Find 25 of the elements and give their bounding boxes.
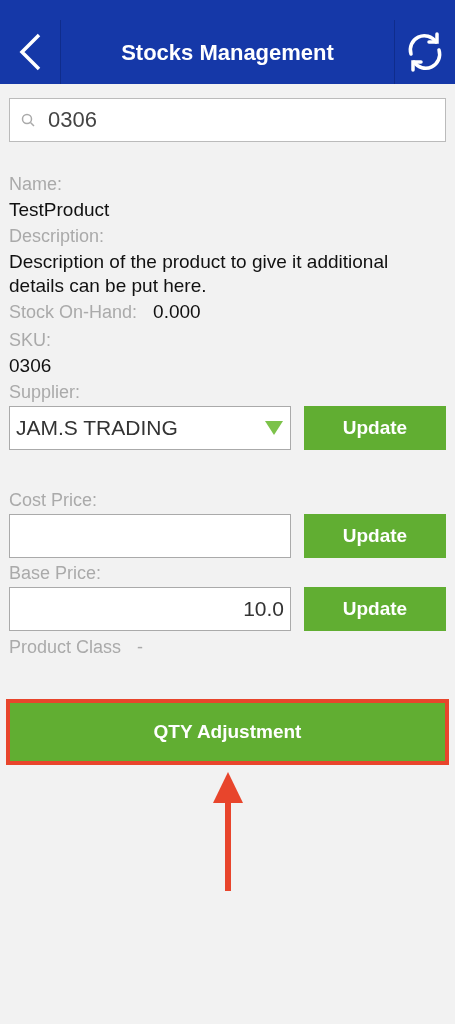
search-field[interactable]: 0306 [9, 98, 446, 142]
field-label: Cost Price: [9, 489, 99, 512]
screen-title: Stocks Management [120, 38, 335, 67]
update-button[interactable]: Update [304, 406, 446, 450]
supplier-dropdown[interactable]: JAM.S TRADING [9, 406, 291, 450]
qty-adjustment-button[interactable]: QTY Adjustment [10, 703, 445, 761]
field-label: Product Class [9, 636, 122, 659]
field-label: Name: [9, 173, 63, 196]
field-value: - [137, 636, 144, 659]
field-label: Stock On-Hand: [9, 301, 138, 324]
field-value: 0.000 [153, 300, 201, 324]
price-field[interactable]: 10.0 [9, 587, 291, 631]
field-value: TestProduct [9, 198, 111, 222]
update-button[interactable]: Update [304, 514, 446, 558]
field-value: Description of the product to give it additional details can be put here. [9, 250, 390, 298]
field-label: Supplier: [9, 381, 82, 404]
back-icon [18, 32, 42, 72]
field-value: 0306 [9, 354, 53, 378]
dropdown-arrow-icon [264, 420, 284, 436]
arrow-icon [211, 771, 244, 893]
field-label: Base Price: [9, 562, 103, 585]
update-button[interactable]: Update [304, 587, 446, 631]
field-label: Description: [9, 225, 106, 248]
field-label: SKU: [9, 329, 52, 352]
price-field[interactable] [9, 514, 291, 558]
